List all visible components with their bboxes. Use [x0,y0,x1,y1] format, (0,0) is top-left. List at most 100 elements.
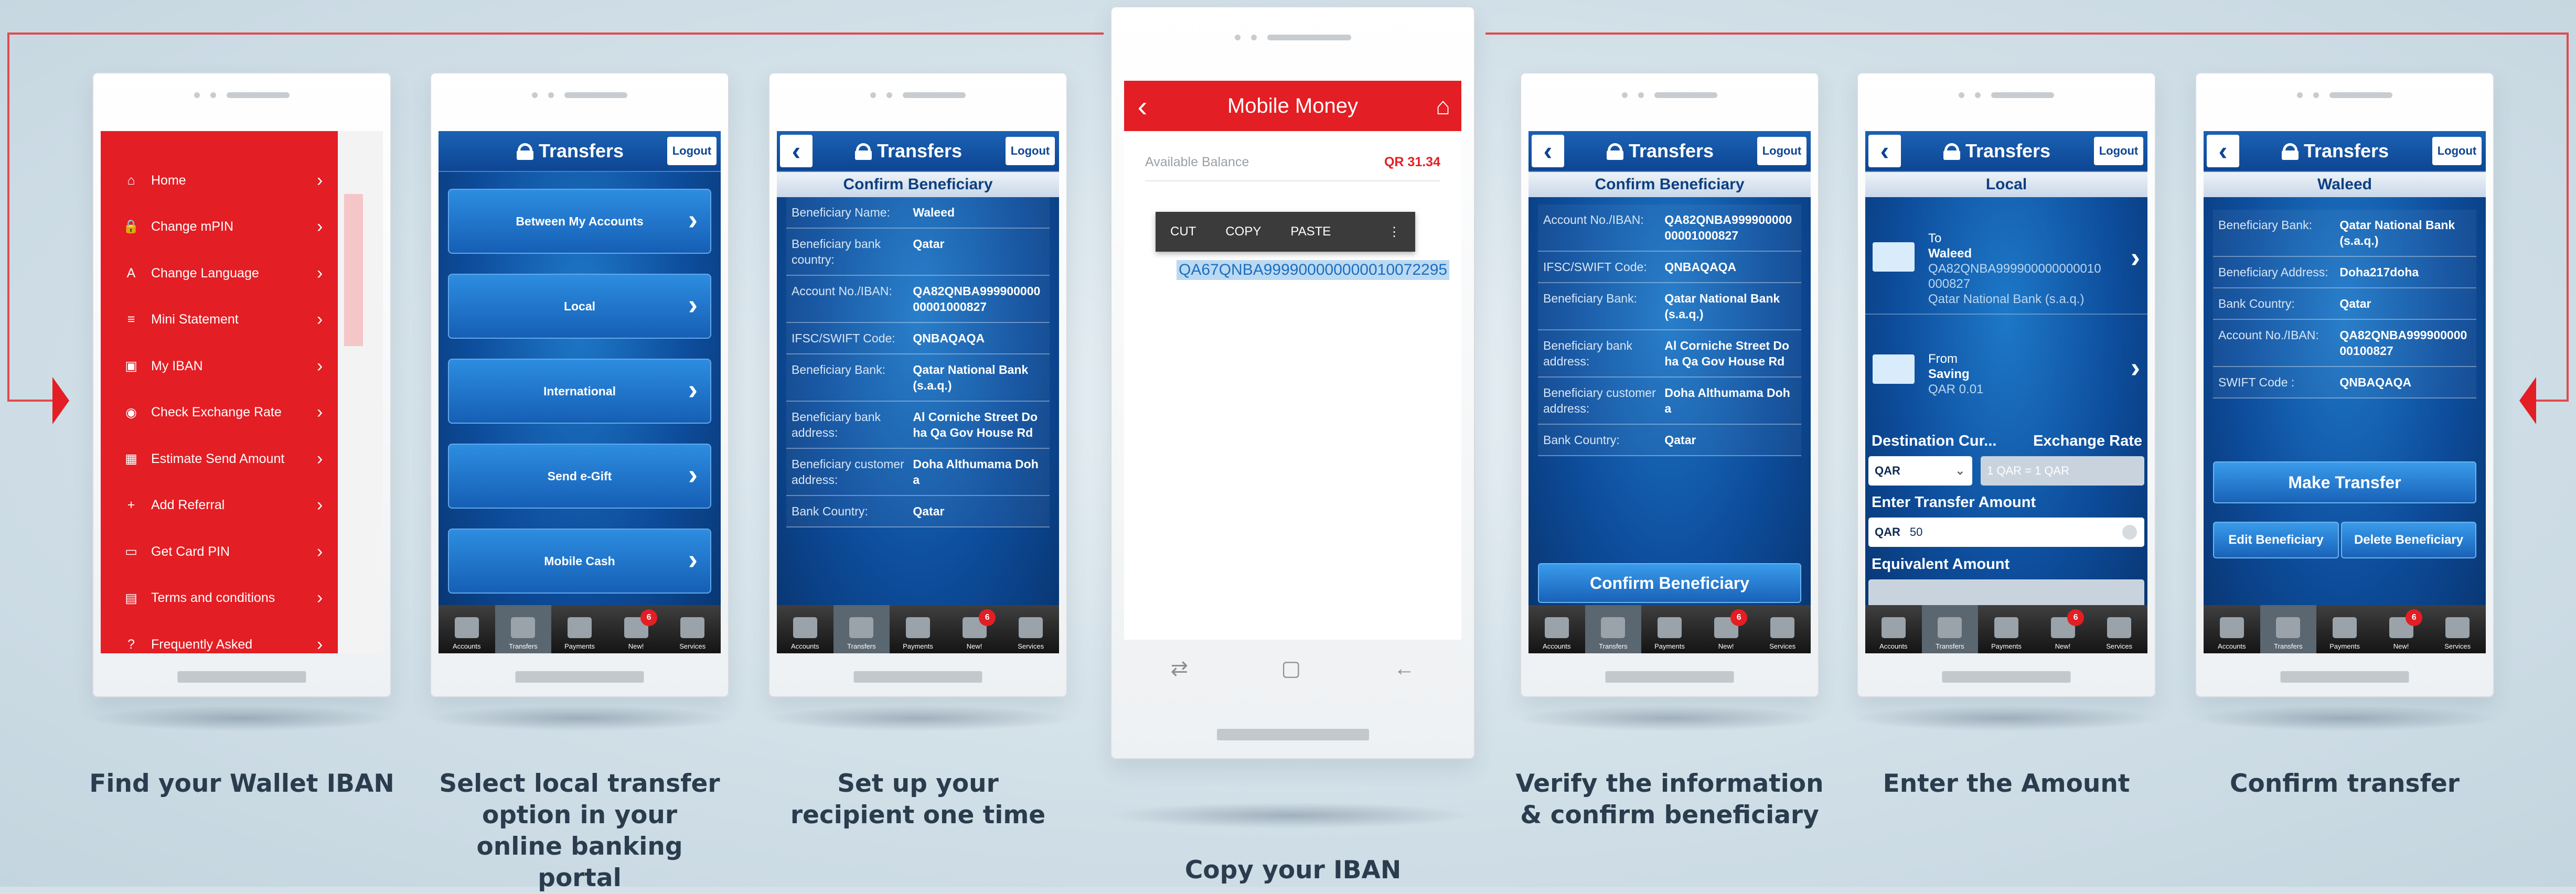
menu-item[interactable]: + Add Referral › [101,482,338,529]
recents-icon[interactable]: ⇄ [1171,656,1189,681]
make-transfer-button[interactable]: Make Transfer [2213,461,2476,503]
tab-transfers[interactable]: Transfers [2260,605,2317,653]
transfer-tab-icon [1601,617,1626,638]
transfer-amount-input[interactable]: QAR 50 [1868,518,2144,547]
overview-icon[interactable]: ▢ [1281,656,1301,681]
back-button[interactable]: ‹ [1532,135,1564,167]
logout-button[interactable]: Logout [2432,137,2482,165]
tab-label: Transfers [2274,642,2303,650]
tab-transfers[interactable]: Transfers [833,605,890,653]
confirm-beneficiary-button[interactable]: Confirm Beneficiary [1538,563,1801,603]
tab-new[interactable]: New! 6 [1698,605,1755,653]
section-title: Confirm Beneficiary [777,172,1059,197]
home-button[interactable] [1942,671,2071,683]
exchange-rate-field: 1 QAR = 1 QAR [1981,456,2144,486]
home-button[interactable] [515,671,644,683]
tab-payments[interactable]: Payments [1978,605,2035,653]
from-account-card[interactable]: From Saving QAR 0.01 › [1865,330,2147,409]
back-button[interactable]: ‹ [1868,135,1901,167]
tab-accounts[interactable]: Accounts [777,605,833,653]
back-button[interactable]: ‹ [2207,135,2239,167]
tab-new[interactable]: New! 6 [946,605,1003,653]
tab-services[interactable]: Services [664,605,721,653]
tab-accounts[interactable]: Accounts [1865,605,1922,653]
step-caption-4: Copy your IBAN [1184,856,1402,885]
clear-icon[interactable] [2122,525,2137,540]
logout-button[interactable]: Logout [667,137,717,165]
edit-beneficiary-button[interactable]: Edit Beneficiary [2213,522,2339,558]
menu-item[interactable]: ▣ My IBAN › [101,343,338,390]
menu-item[interactable]: ◉ Check Exchange Rate › [101,390,338,436]
cut-button[interactable]: CUT [1156,224,1211,239]
transfer-option-button[interactable]: Between My Accounts › [448,189,711,254]
destination-currency-select[interactable]: QAR ⌄ [1868,456,1972,486]
back-arrow-icon[interactable]: ← [1394,657,1415,681]
tab-new[interactable]: New! 6 [2373,605,2430,653]
home-button[interactable] [177,671,306,683]
copy-button[interactable]: COPY [1211,224,1276,239]
tab-services[interactable]: Services [2429,605,2486,653]
iban-text[interactable]: QA67QNBA999900000000010072295 [1177,260,1450,280]
tab-services[interactable]: Services [2091,605,2147,653]
logout-button[interactable]: Logout [2094,137,2143,165]
menu-item[interactable]: 🔒 Change mPIN › [101,204,338,251]
menu-item[interactable]: ▦ Estimate Send Amount › [101,436,338,482]
menu-item[interactable]: ▭ Get Card PIN › [101,529,338,575]
to-account-card[interactable]: To Waleed QA82QNBA999900000000010000827 … [1865,210,2147,315]
detail-row: IFSC/SWIFT Code: QNBAQAQA [786,323,1050,354]
home-button[interactable] [1605,671,1734,683]
transfer-tab-icon [1938,617,1962,638]
tab-bar: Accounts Transfers Payments New! 6 Services [1865,605,2147,653]
tab-new[interactable]: New! 6 [2035,605,2091,653]
delete-beneficiary-button[interactable]: Delete Beneficiary [2341,522,2476,558]
more-tab-icon [1019,617,1043,638]
equivalent-amount-field [1868,579,2144,609]
tab-payments[interactable]: Payments [1641,605,1698,653]
transfer-option-button[interactable]: Mobile Cash › [448,529,711,594]
menu-item[interactable]: ≡ Mini Statement › [101,297,338,343]
home-icon[interactable]: ⌂ [1425,92,1461,120]
tab-label: Transfers [509,642,538,650]
tab-transfers[interactable]: Transfers [1921,605,1979,653]
header-title: Transfers [813,140,1006,162]
home-button[interactable] [2280,671,2409,683]
transfer-option-button[interactable]: Local › [448,274,711,339]
chevron-right-icon: › [688,374,698,405]
detail-value: Al Corniche Street Doha Qa Gov House Rd [1664,339,1790,368]
menu-item[interactable]: A Change Language › [101,250,338,297]
tab-new[interactable]: New! 6 [608,605,665,653]
amount-currency: QAR [1875,525,1900,538]
logout-button[interactable]: Logout [1006,137,1055,165]
back-chevron-icon[interactable]: ‹ [1124,89,1161,123]
header-title-text: Transfers [2303,140,2389,161]
menu-list: ⌂ Home › 🔒 Change mPIN › A Change Language › ≡ Min… [101,157,338,653]
home-button[interactable] [1216,729,1369,740]
tab-payments[interactable]: Payments [551,605,608,653]
tab-services[interactable]: Services [1002,605,1059,653]
menu-item[interactable]: ? Frequently Asked › [101,621,338,653]
transfer-option-button[interactable]: Send e-Gift › [448,444,711,509]
logout-button[interactable]: Logout [1757,137,1807,165]
paste-button[interactable]: PASTE [1276,224,1345,239]
more-icon[interactable]: ⋮ [1373,224,1415,240]
balance-label: Available Balance [1145,154,1249,169]
back-button[interactable]: ‹ [780,135,813,167]
tab-accounts[interactable]: Accounts [1529,605,1585,653]
chevron-right-icon: › [317,356,323,376]
tab-label: Services [679,642,706,650]
transfer-option-button[interactable]: International › [448,359,711,424]
menu-item[interactable]: ▤ Terms and conditions › [101,575,338,622]
tab-services[interactable]: Services [1754,605,1811,653]
tab-payments[interactable]: Payments [890,605,946,653]
menu-item[interactable]: ⌂ Home › [101,157,338,204]
home-button[interactable] [853,671,982,683]
tab-accounts[interactable]: Accounts [439,605,495,653]
detail-row: Account No./IBAN: QA82QNBA999900000000010… [1538,204,1801,252]
tab-payments[interactable]: Payments [2316,605,2373,653]
to-label: To [1928,231,1942,245]
tab-transfers[interactable]: Transfers [1585,605,1642,653]
menu-item-label: Home [151,173,186,188]
tab-accounts[interactable]: Accounts [2204,605,2260,653]
tab-transfers[interactable]: Transfers [495,605,552,653]
flow-line-left-top [7,33,1104,35]
